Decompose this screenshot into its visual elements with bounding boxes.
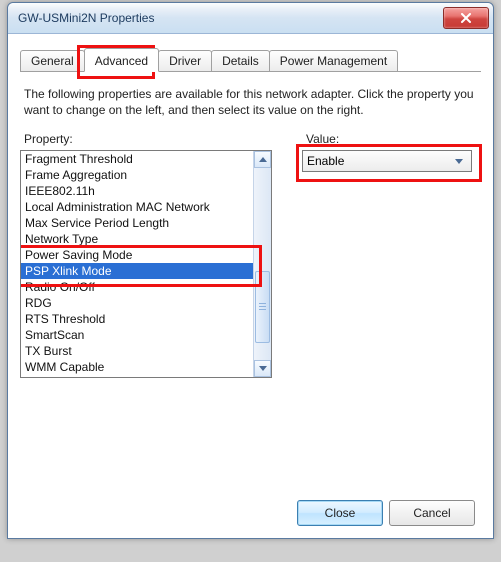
list-item[interactable]: PSP Xlink Mode (21, 263, 255, 279)
scroll-up-button[interactable] (254, 151, 271, 168)
list-item[interactable]: Radio On/Off (21, 279, 255, 295)
list-item[interactable]: Frame Aggregation (21, 167, 255, 183)
list-item[interactable]: Max Service Period Length (21, 215, 255, 231)
listbox-scrollbar[interactable] (253, 151, 271, 377)
value-selected-text: Enable (307, 154, 451, 168)
list-item[interactable]: TX Burst (21, 343, 255, 359)
dialog-button-bar: Close Cancel (297, 500, 475, 526)
tab-driver[interactable]: Driver (158, 50, 212, 71)
list-item[interactable]: Network Type (21, 231, 255, 247)
close-button[interactable]: Close (297, 500, 383, 526)
list-item[interactable]: IEEE802.11h (21, 183, 255, 199)
scroll-thumb[interactable] (255, 271, 270, 343)
window-title: GW-USMini2N Properties (18, 11, 443, 25)
list-item[interactable]: SmartScan (21, 327, 255, 343)
property-label: Property: (24, 132, 278, 146)
value-combobox[interactable]: Enable (302, 150, 472, 172)
combo-dropdown-button[interactable] (451, 159, 467, 164)
properties-dialog: GW-USMini2N Properties General Advanced … (7, 2, 494, 539)
tab-power-management[interactable]: Power Management (269, 50, 398, 71)
chevron-down-icon (259, 366, 267, 371)
scroll-down-button[interactable] (254, 360, 271, 377)
list-item[interactable]: Local Administration MAC Network (21, 199, 255, 215)
close-window-button[interactable] (443, 7, 489, 29)
tab-details[interactable]: Details (211, 50, 270, 71)
property-listbox[interactable]: Fragment ThresholdFrame AggregationIEEE8… (20, 150, 272, 378)
list-item[interactable]: WMM Capable (21, 359, 255, 375)
tab-advanced[interactable]: Advanced (84, 48, 159, 72)
list-item[interactable]: RDG (21, 295, 255, 311)
list-item[interactable]: RTS Threshold (21, 311, 255, 327)
chevron-down-icon (455, 159, 463, 164)
chevron-up-icon (259, 157, 267, 162)
dialog-content: General Advanced Driver Details Power Ma… (8, 34, 493, 538)
value-label: Value: (306, 132, 472, 146)
close-icon (460, 13, 472, 23)
tab-strip: General Advanced Driver Details Power Ma… (20, 48, 481, 72)
tab-general[interactable]: General (20, 50, 85, 71)
titlebar[interactable]: GW-USMini2N Properties (8, 3, 493, 34)
description-text: The following properties are available f… (24, 86, 477, 118)
list-item[interactable]: Fragment Threshold (21, 151, 255, 167)
list-item[interactable]: Power Saving Mode (21, 247, 255, 263)
cancel-button[interactable]: Cancel (389, 500, 475, 526)
